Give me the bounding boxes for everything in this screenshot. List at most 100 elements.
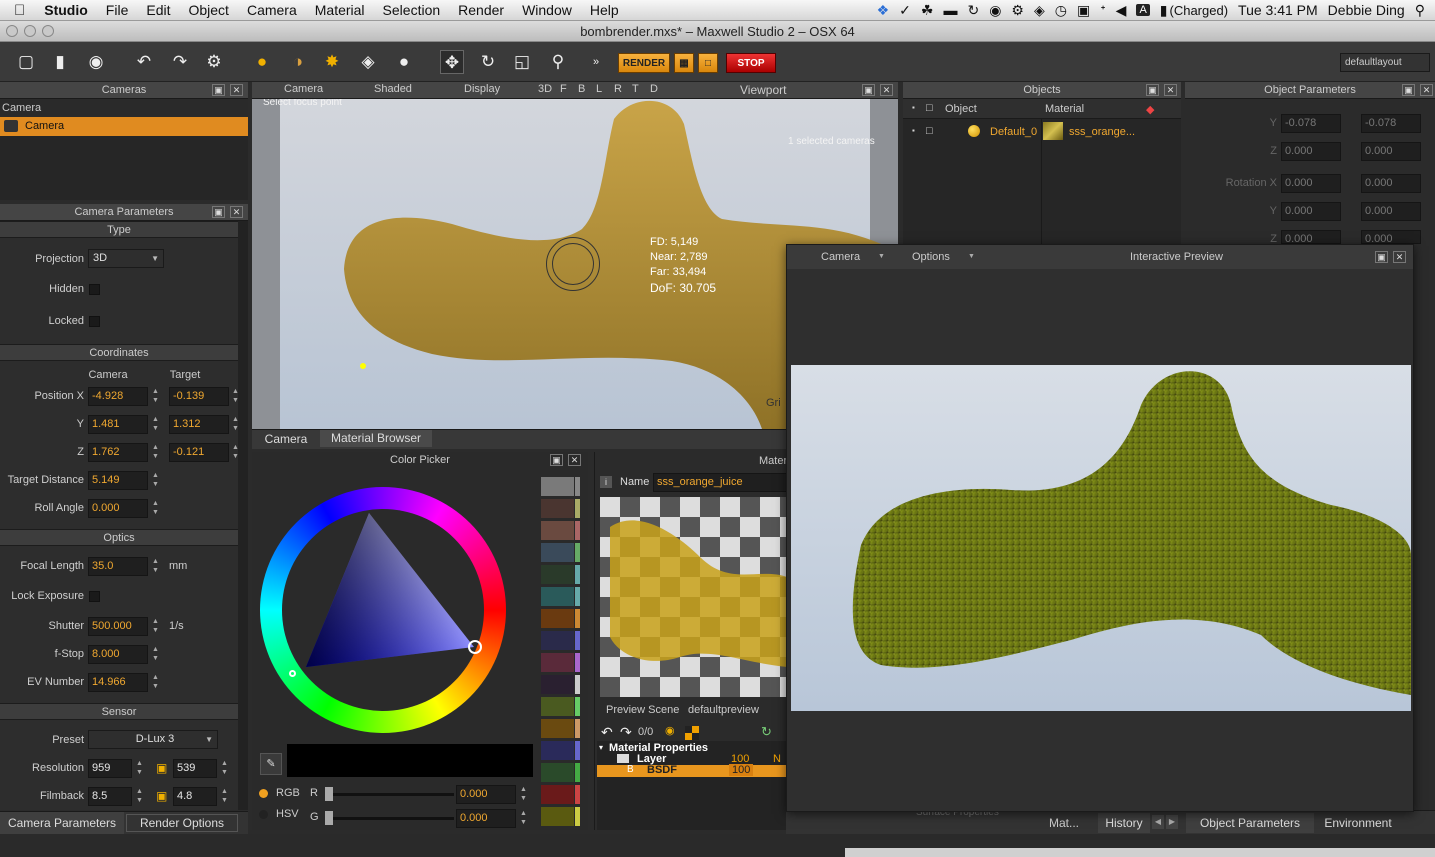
refresh-icon[interactable]: ↻	[761, 724, 772, 740]
pivot-tool-icon[interactable]: ⚲	[546, 50, 570, 74]
display-icon[interactable]: ▣	[1077, 2, 1090, 19]
tab-materials[interactable]: Mat...	[1036, 813, 1092, 833]
close-panel-icon[interactable]: ✕	[230, 84, 243, 96]
close-panel-icon[interactable]: ✕	[880, 84, 893, 96]
r-value-field[interactable]: 0.000	[456, 785, 516, 804]
float-panel-icon[interactable]: ▣	[1146, 84, 1159, 96]
material-sphere-icon[interactable]: ●	[250, 50, 274, 74]
checker-icon[interactable]	[685, 726, 699, 740]
material-editor-icon[interactable]: ◑	[286, 50, 310, 74]
object-material[interactable]: sss_orange...	[1069, 126, 1135, 138]
more-tools-icon[interactable]: »	[584, 50, 608, 74]
gamepad-icon[interactable]: ⚙	[1011, 2, 1024, 19]
view-back-button[interactable]: B	[578, 83, 585, 95]
camera-gizmo-point[interactable]	[360, 363, 366, 369]
preview-scene-value[interactable]: defaultpreview	[688, 704, 759, 716]
color-swatch[interactable]	[541, 521, 574, 540]
paw-icon[interactable]: ☘	[921, 2, 934, 19]
light-icon[interactable]: ✸	[320, 50, 344, 74]
g-slider[interactable]	[326, 817, 454, 820]
zoom-window-icon[interactable]	[42, 25, 54, 37]
close-window-icon[interactable]	[6, 25, 18, 37]
stepper-icon[interactable]: ▲ ▼	[220, 759, 229, 778]
view-down-button[interactable]: D	[650, 83, 658, 95]
projection-select[interactable]: 3D ▼	[88, 249, 164, 268]
obj-z-field-b[interactable]: 0.000	[1361, 142, 1421, 161]
rotate-tool-icon[interactable]: ↻	[476, 50, 500, 74]
object-name[interactable]: Default_0	[990, 126, 1037, 138]
roll-angle-field[interactable]: 0.000	[88, 499, 148, 518]
tab-object-parameters[interactable]: Object Parameters	[1186, 813, 1314, 833]
tab-material-browser[interactable]: Material Browser	[320, 430, 432, 447]
preset-select[interactable]: D-Lux 3 ▼	[88, 730, 218, 749]
obj-z-field-a[interactable]: 0.000	[1281, 142, 1341, 161]
visibility-toggle-icon[interactable]: ▪	[912, 126, 915, 135]
optics-section[interactable]: Optics	[0, 529, 238, 546]
type-section[interactable]: Type	[0, 221, 238, 238]
stepper-icon[interactable]: ▲ ▼	[231, 443, 240, 462]
render-frame-button[interactable]: □	[698, 53, 718, 73]
undo-icon[interactable]: ↶	[601, 724, 613, 741]
wifi-icon[interactable]: ◈	[1034, 2, 1045, 19]
stepper-icon[interactable]: ▲ ▼	[135, 759, 144, 778]
float-panel-icon[interactable]: ▣	[1402, 84, 1415, 96]
stepper-icon[interactable]: ▲ ▼	[231, 387, 240, 406]
tab-scroll-right-icon[interactable]: ▶	[1166, 815, 1178, 829]
color-swatch[interactable]	[541, 499, 574, 518]
stepper-icon[interactable]: ▲ ▼	[151, 443, 160, 462]
color-swatch[interactable]	[541, 785, 574, 804]
material-tool-icon[interactable]: ◉	[665, 724, 675, 737]
scale-tool-icon[interactable]: ◱	[510, 50, 534, 74]
params-scrollbar[interactable]	[238, 221, 248, 810]
r-slider-handle[interactable]	[325, 787, 333, 801]
stepper-icon[interactable]: ▲ ▼	[519, 809, 528, 828]
view-front-button[interactable]: F	[560, 83, 567, 95]
color-swatch[interactable]	[541, 631, 574, 650]
bluetooth-icon[interactable]: ᐩ	[1100, 2, 1105, 19]
render-button[interactable]: RENDER	[618, 53, 670, 73]
eyedropper-icon[interactable]: ✎	[260, 753, 282, 775]
render-region-button[interactable]: ▦	[674, 53, 694, 73]
position-x-target-field[interactable]: -0.139	[169, 387, 229, 406]
filmback-height-field[interactable]: 4.8	[173, 787, 217, 806]
color-swatch[interactable]	[541, 807, 574, 826]
lock-toggle-icon[interactable]: □	[926, 125, 933, 137]
float-panel-icon[interactable]: ▣	[1375, 251, 1388, 263]
redo-icon[interactable]: ↷	[168, 50, 192, 74]
color-swatch[interactable]	[541, 763, 574, 782]
time-machine-icon[interactable]: ◷	[1055, 2, 1067, 19]
resolution-width-field[interactable]: 959	[88, 759, 132, 778]
menu-selection[interactable]: Selection	[374, 2, 450, 18]
viewport-camera-menu[interactable]: Camera	[284, 83, 323, 95]
position-z-camera-field[interactable]: 1.762	[88, 443, 148, 462]
color-swatch[interactable]	[541, 543, 574, 562]
obj-y-field-b[interactable]: -0.078	[1361, 114, 1421, 133]
stepper-icon[interactable]: ▲ ▼	[151, 645, 160, 664]
obj-y-field-a[interactable]: -0.078	[1281, 114, 1341, 133]
g-slider-handle[interactable]	[325, 811, 333, 825]
preview-options-menu[interactable]: Options	[912, 251, 950, 263]
tab-camera-parameters[interactable]: Camera Parameters	[0, 812, 124, 834]
color-swatch[interactable]	[541, 587, 574, 606]
tab-scroll-left-icon[interactable]: ◀	[1152, 815, 1164, 829]
white-sphere-icon[interactable]: ●	[392, 50, 416, 74]
tree-bsdf-row[interactable]: B BSDF 100	[597, 764, 787, 777]
evernote-icon[interactable]: ◉	[989, 2, 1001, 19]
stepper-icon[interactable]: ▲ ▼	[151, 673, 160, 692]
fstop-field[interactable]: 8.000	[88, 645, 148, 664]
filmback-width-field[interactable]: 8.5	[88, 787, 132, 806]
user-name[interactable]: Debbie Ding	[1328, 2, 1405, 18]
color-swatch[interactable]	[541, 653, 574, 672]
interactive-preview-render[interactable]	[791, 365, 1411, 711]
save-icon[interactable]: ◉	[84, 50, 108, 74]
minimize-window-icon[interactable]	[24, 25, 36, 37]
rotation-z-field-a[interactable]: 0.000	[1281, 230, 1341, 245]
target-distance-field[interactable]: 5.149	[88, 471, 148, 490]
layout-select[interactable]: defaultlayout	[1340, 53, 1430, 72]
resolution-height-field[interactable]: 539	[173, 759, 217, 778]
stepper-icon[interactable]: ▲ ▼	[231, 415, 240, 434]
menu-file[interactable]: File	[97, 2, 138, 18]
volume-icon[interactable]: ◀	[1116, 2, 1127, 19]
minus-icon[interactable]: ▬	[943, 2, 957, 18]
float-panel-icon[interactable]: ▣	[550, 454, 563, 466]
